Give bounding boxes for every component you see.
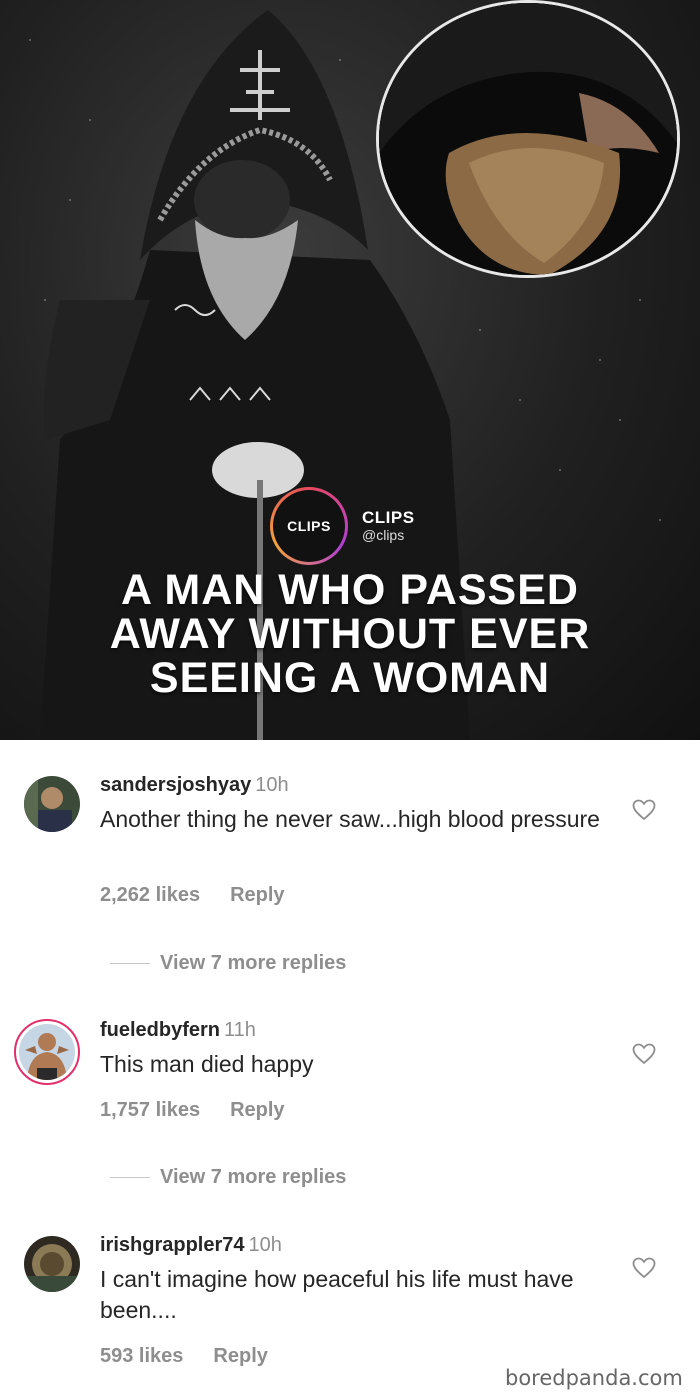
likes-count[interactable]: 1,757 likes: [100, 1099, 200, 1121]
comment-username[interactable]: sandersjoshyay: [100, 774, 251, 796]
badge-name: CLIPS: [362, 507, 415, 527]
view-more-label: View 7 more replies: [160, 1166, 347, 1188]
reply-button[interactable]: Reply: [213, 1345, 267, 1367]
heart-icon[interactable]: [632, 1043, 656, 1065]
post-headline: A MAN WHO PASSED AWAY WITHOUT EVER SEEIN…: [0, 568, 700, 700]
comment-header: irishgrappler74 10h: [100, 1234, 282, 1257]
avatar[interactable]: [24, 1236, 80, 1292]
comment-actions: 2,262 likes Reply: [100, 884, 285, 907]
clips-badge: CLIPS CLIPS @clips: [270, 487, 415, 565]
comment-username[interactable]: irishgrappler74: [100, 1234, 245, 1256]
headline-line: AWAY WITHOUT EVER: [109, 610, 591, 658]
headline-line: A MAN WHO PASSED: [121, 566, 579, 614]
beard-closeup-photo: [376, 0, 680, 278]
post-image: CLIPS CLIPS @clips A MAN WHO PASSED AWAY…: [0, 0, 700, 740]
clips-logo: CLIPS: [270, 487, 348, 565]
comment-text: I can't imagine how peaceful his life mu…: [100, 1266, 574, 1323]
badge-handle: @clips: [362, 526, 405, 543]
headline-line: SEEING A WOMAN: [149, 654, 551, 702]
comment-username[interactable]: fueledbyfern: [100, 1019, 220, 1041]
comment-time: 10h: [248, 1234, 282, 1256]
comment-time: 11h: [224, 1019, 256, 1041]
view-more-replies[interactable]: View 7 more replies: [110, 952, 346, 975]
comment-text: This man died happy: [100, 1051, 314, 1077]
watermark: boredpanda.com: [505, 1366, 683, 1390]
comment-time: 10h: [255, 774, 289, 796]
comment-header: sandersjoshyay 10h: [100, 774, 289, 797]
avatar[interactable]: [24, 776, 80, 832]
comment-header: fueledbyfern 11h: [100, 1019, 256, 1042]
comment-actions: 1,757 likes Reply: [100, 1099, 285, 1122]
heart-icon[interactable]: [632, 1257, 656, 1279]
reply-button[interactable]: Reply: [230, 884, 284, 906]
view-more-label: View 7 more replies: [160, 952, 347, 974]
likes-count[interactable]: 2,262 likes: [100, 884, 200, 906]
reply-button[interactable]: Reply: [230, 1099, 284, 1121]
divider-line: [110, 1177, 150, 1179]
view-more-replies[interactable]: View 7 more replies: [110, 1166, 346, 1189]
heart-icon[interactable]: [632, 799, 656, 821]
avatar[interactable]: [14, 1019, 80, 1085]
comment-text: Another thing he never saw...high blood …: [100, 806, 600, 832]
divider-line: [110, 963, 150, 965]
likes-count[interactable]: 593 likes: [100, 1345, 183, 1367]
comment-actions: 593 likes Reply: [100, 1345, 268, 1368]
